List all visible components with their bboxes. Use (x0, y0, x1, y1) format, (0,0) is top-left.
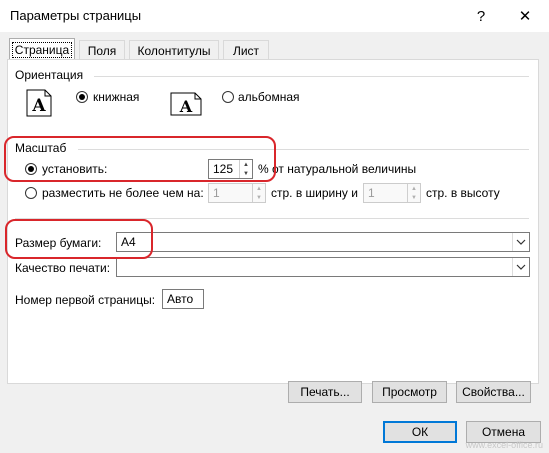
preview-button[interactable]: Просмотр (372, 381, 447, 403)
portrait-radio[interactable] (76, 91, 88, 103)
landscape-page-icon: A (170, 92, 202, 116)
landscape-radio[interactable] (222, 91, 234, 103)
spin-up-icon[interactable]: ▲ (253, 184, 265, 193)
paper-size-select[interactable]: A4 (116, 232, 530, 252)
svg-text:A: A (179, 97, 193, 116)
fit-tall-suffix: стр. в высоту (426, 186, 500, 200)
first-page-number-input[interactable]: Авто (162, 289, 204, 309)
spin-up-icon[interactable]: ▲ (408, 184, 420, 193)
scale-fit-label[interactable]: разместить не более чем на: (42, 186, 204, 200)
paper-size-highlight-annotation (5, 219, 153, 259)
tab-page[interactable]: Страница (9, 38, 75, 60)
print-quality-label: Качество печати: (15, 261, 111, 275)
tab-margins[interactable]: Поля (79, 40, 125, 60)
svg-text:A: A (31, 96, 46, 116)
help-button[interactable]: ? (461, 2, 501, 30)
tab-header-footer[interactable]: Колонтитулы (129, 40, 219, 60)
fit-wide-spinner[interactable]: 1 ▲ ▼ (208, 183, 266, 203)
window-title: Параметры страницы (10, 8, 142, 23)
portrait-label[interactable]: книжная (93, 90, 139, 104)
orientation-group-label: Ориентация (15, 68, 84, 82)
properties-button[interactable]: Свойства... (456, 381, 531, 403)
close-icon: ✕ (518, 8, 532, 25)
scale-fit-radio[interactable] (25, 187, 37, 199)
fit-wide-suffix: стр. в ширину и (271, 186, 358, 200)
portrait-page-icon: A (26, 89, 52, 117)
chevron-down-icon[interactable] (512, 233, 529, 251)
spin-down-icon[interactable]: ▼ (253, 193, 265, 202)
chevron-down-icon[interactable] (512, 258, 529, 276)
print-button[interactable]: Печать... (288, 381, 362, 403)
first-page-number-label: Номер первой страницы: (15, 293, 156, 307)
close-button[interactable]: ✕ (505, 2, 545, 30)
fit-tall-spinner[interactable]: 1 ▲ ▼ (363, 183, 421, 203)
scale-highlight-annotation (4, 136, 276, 182)
ok-button[interactable]: ОК (383, 421, 457, 443)
tab-sheet[interactable]: Лист (223, 40, 269, 60)
spin-down-icon[interactable]: ▼ (408, 193, 420, 202)
landscape-label[interactable]: альбомная (238, 90, 300, 104)
scale-percent-suffix: % от натуральной величины (258, 162, 417, 176)
print-quality-select[interactable] (116, 257, 530, 277)
orientation-separator (94, 76, 529, 77)
watermark: www.excel-office.ru (465, 440, 543, 450)
